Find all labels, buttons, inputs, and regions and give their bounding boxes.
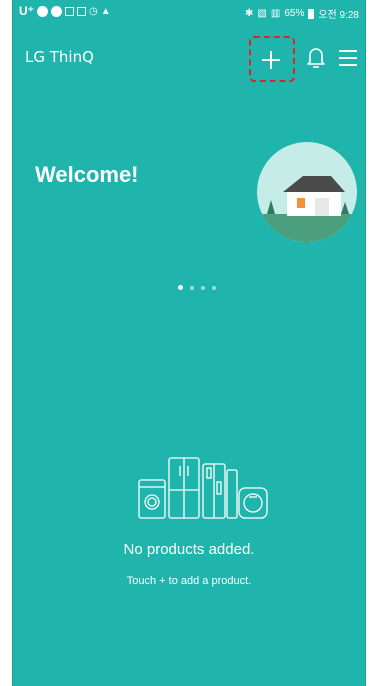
battery-percent: 65% [284,8,305,19]
pager-dot[interactable] [201,285,205,290]
pager-dot[interactable] [190,285,194,290]
carrier-label: U⁺ [19,4,34,18]
battery-icon [308,8,315,19]
status-bar: U⁺ ◷ ▲ ✱ ▧ ▥ 65% 오전 9:28 [13,0,365,26]
notification-icon [51,5,62,17]
appliances-icon [138,457,268,519]
add-product-button[interactable] [253,42,289,78]
bluetooth-icon: ✱ [245,8,254,19]
status-time: 오전 9:28 [318,10,359,21]
app-title: LG ThinQ [25,48,94,66]
vibrate-icon: ▧ [257,8,267,19]
notification-icon [77,6,86,16]
signal-icon: ▥ [270,8,281,19]
status-indicators: ✱ ▧ ▥ 65% 오전 9:28 [245,6,359,21]
carousel-pager[interactable] [178,285,216,290]
broom-icon: ▲ [100,5,111,17]
pager-dot[interactable] [212,285,216,290]
house-icon [257,142,357,242]
empty-state-hint: Touch + to add a product. [126,575,252,587]
hamburger-menu-icon [339,50,357,66]
notification-icon [65,6,74,16]
notifications-button[interactable] [305,44,327,72]
menu-button[interactable] [337,46,359,70]
app-screen: U⁺ ◷ ▲ ✱ ▧ ▥ 65% 오전 9:28 LG ThinQ Welcom… [12,0,366,686]
clock-icon: ◷ [89,5,98,17]
empty-state-title: No products added. [123,541,255,558]
pager-dot-active[interactable] [178,285,183,290]
notification-icon [37,5,48,17]
plus-icon [262,51,280,69]
welcome-title: Welcome! [35,162,139,187]
status-notifications: U⁺ ◷ ▲ [19,4,111,18]
bell-icon [307,48,325,68]
app-bar: LG ThinQ [13,28,365,84]
